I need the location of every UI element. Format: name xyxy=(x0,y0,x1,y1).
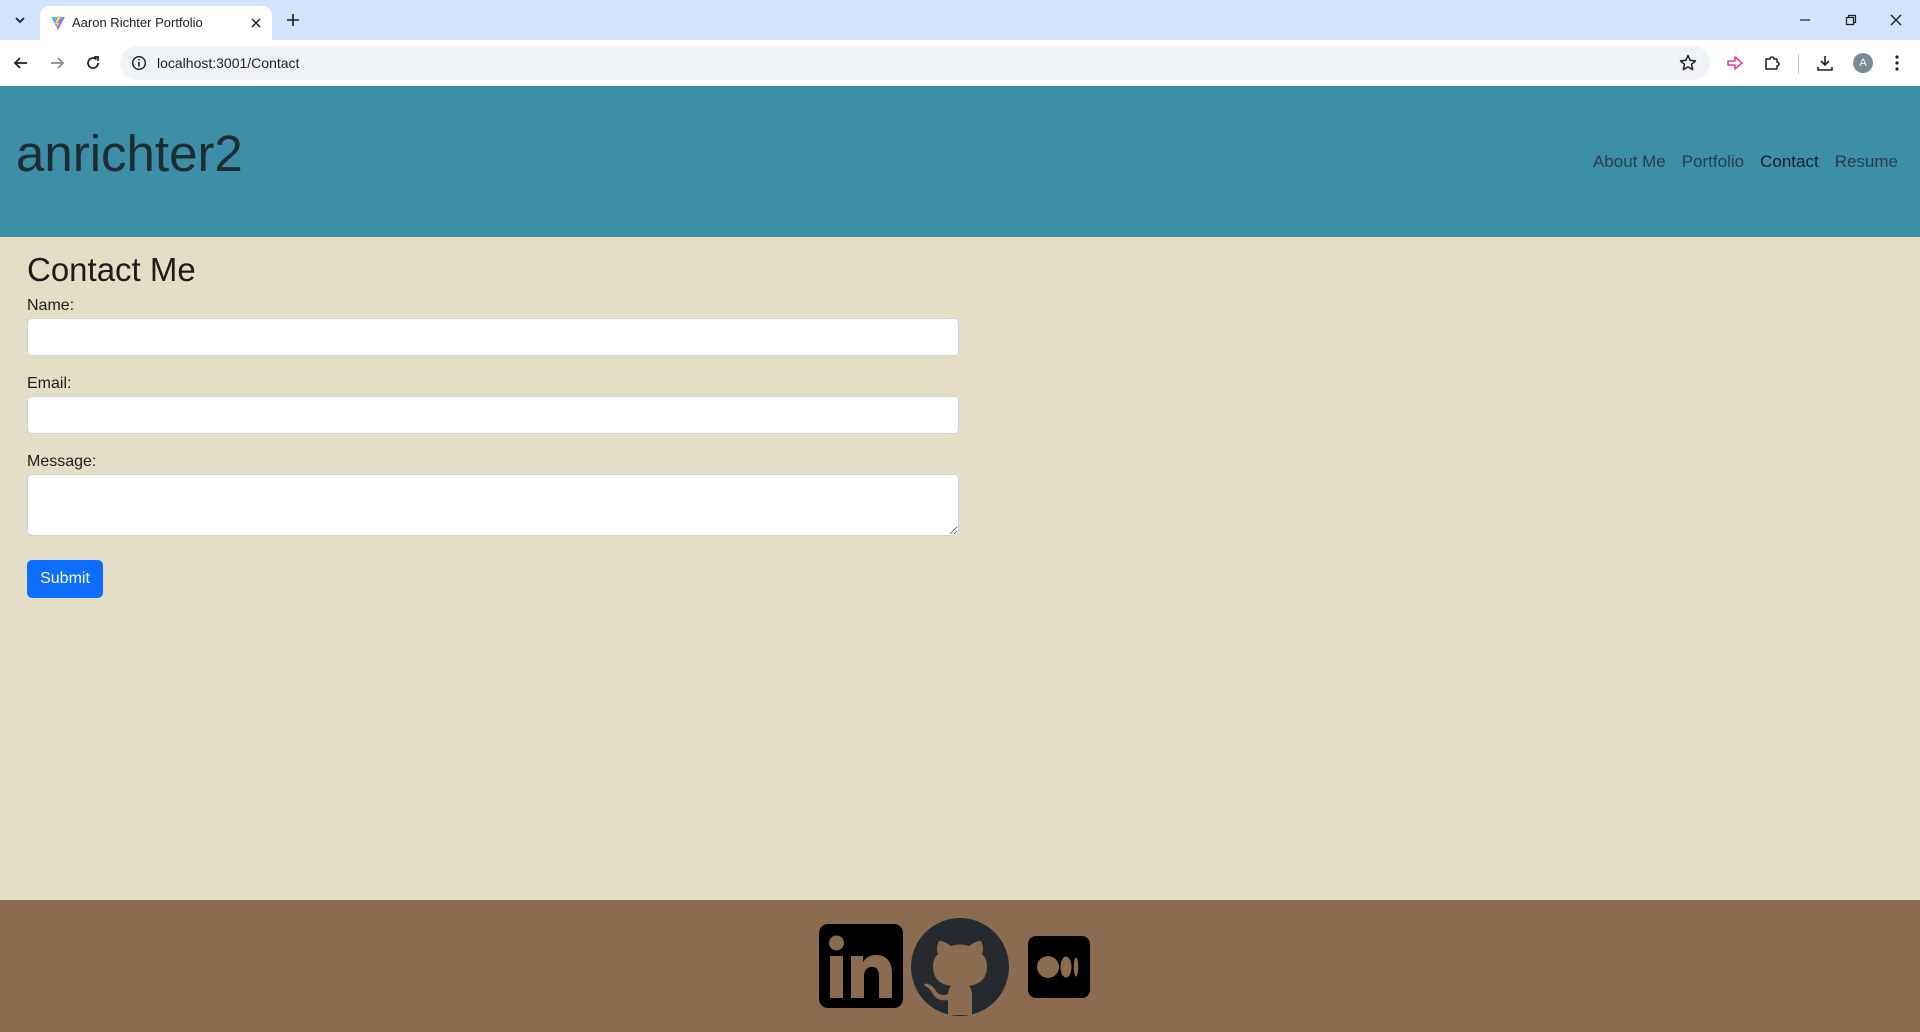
restore-icon xyxy=(1845,14,1857,26)
bookmark-star-icon[interactable] xyxy=(1678,53,1698,73)
site-nav: About Me Portfolio Contact Resume xyxy=(1593,152,1898,172)
nav-contact[interactable]: Contact xyxy=(1760,152,1819,172)
arrow-left-icon xyxy=(13,57,27,69)
nav-portfolio[interactable]: Portfolio xyxy=(1682,152,1744,172)
url-text[interactable]: localhost:3001/Contact xyxy=(157,55,299,71)
tab-close-button[interactable] xyxy=(247,14,265,32)
extension-button[interactable] xyxy=(1723,51,1747,75)
site-title: anrichter2 xyxy=(16,125,243,182)
puzzle-icon xyxy=(1765,56,1780,70)
download-icon xyxy=(1817,56,1833,71)
address-bar[interactable]: localhost:3001/Contact xyxy=(120,46,1710,80)
reload-button[interactable] xyxy=(80,50,106,76)
close-window-button[interactable] xyxy=(1881,8,1911,32)
site-info-icon[interactable] xyxy=(131,55,147,71)
forward-button[interactable] xyxy=(44,50,70,76)
back-button[interactable] xyxy=(8,50,34,76)
github-icon[interactable] xyxy=(911,918,1009,1016)
site-footer xyxy=(0,900,1920,1032)
minimize-button[interactable] xyxy=(1790,8,1820,32)
linkedin-icon[interactable] xyxy=(819,924,903,1008)
site-header: anrichter2 About Me Portfolio Contact Re… xyxy=(0,86,1920,237)
medium-icon[interactable] xyxy=(1028,936,1090,998)
browser-tab[interactable]: Aaron Richter Portfolio xyxy=(40,6,272,40)
toolbar-separator xyxy=(1798,54,1799,74)
browser-tab-strip: Aaron Richter Portfolio xyxy=(0,0,1920,40)
minimize-icon xyxy=(1800,19,1810,21)
contact-section: Contact Me Name: Email: Message: Submit xyxy=(27,253,959,598)
message-label: Message: xyxy=(27,453,97,470)
more-vert-icon xyxy=(1895,55,1899,71)
email-field[interactable] xyxy=(27,396,959,434)
page-title: Contact Me xyxy=(27,251,196,288)
tab-title: Aaron Richter Portfolio xyxy=(72,15,203,30)
nav-resume[interactable]: Resume xyxy=(1835,152,1898,172)
message-field[interactable] xyxy=(27,474,959,536)
close-icon xyxy=(1890,14,1902,26)
reload-icon xyxy=(87,56,99,69)
tab-search-button[interactable] xyxy=(6,8,34,32)
new-tab-button[interactable] xyxy=(281,8,305,32)
arrow-right-icon xyxy=(51,57,65,69)
email-label: Email: xyxy=(27,375,72,392)
submit-button[interactable]: Submit xyxy=(27,560,103,598)
extensions-menu-button[interactable] xyxy=(1760,51,1784,75)
extension-arrow-icon xyxy=(1727,56,1743,70)
chevron-down-icon xyxy=(15,17,25,24)
plus-icon xyxy=(287,14,299,26)
downloads-button[interactable] xyxy=(1813,51,1837,75)
name-label: Name: xyxy=(27,297,75,314)
profile-avatar[interactable]: A xyxy=(1853,53,1873,73)
restore-button[interactable] xyxy=(1836,8,1866,32)
close-icon xyxy=(251,18,261,28)
browser-toolbar: localhost:3001/Contact xyxy=(0,40,1920,86)
vite-favicon-icon xyxy=(51,16,65,30)
browser-menu-button[interactable] xyxy=(1885,51,1909,75)
name-field[interactable] xyxy=(27,318,959,356)
nav-about-me[interactable]: About Me xyxy=(1593,152,1666,172)
